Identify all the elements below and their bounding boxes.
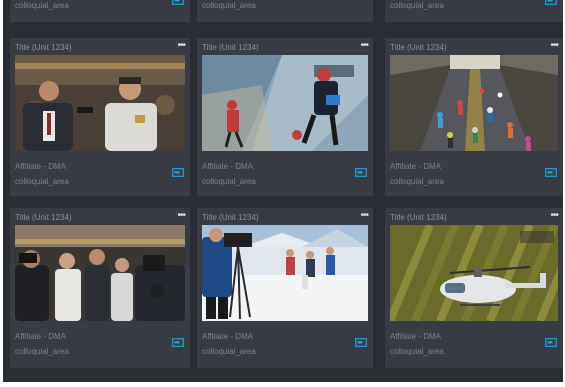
video-thumbnail[interactable] bbox=[202, 55, 368, 151]
card-area: colloquial_area bbox=[202, 1, 256, 10]
card-area: colloquial_area bbox=[202, 177, 256, 186]
more-icon[interactable]: ••• bbox=[360, 41, 368, 51]
video-card[interactable]: Title (Unit 1234) ••• Affiliate - DMA co… bbox=[10, 38, 190, 196]
more-icon[interactable]: ••• bbox=[177, 41, 185, 51]
video-thumbnail[interactable] bbox=[15, 225, 185, 321]
card-affiliate: Affiliate - DMA bbox=[390, 332, 441, 341]
video-card[interactable]: colloquial_area bbox=[385, 0, 563, 22]
card-area: colloquial_area bbox=[15, 177, 69, 186]
card-title: Title (Unit 1234) bbox=[390, 213, 447, 222]
cast-icon[interactable] bbox=[545, 338, 557, 347]
video-card[interactable]: Title (Unit 1234) ••• Affiliate - DMA co… bbox=[197, 208, 373, 368]
more-icon[interactable]: ••• bbox=[360, 211, 368, 221]
video-card[interactable]: colloquial_area bbox=[10, 0, 190, 22]
more-icon[interactable]: ••• bbox=[550, 211, 558, 221]
card-affiliate: Affiliate - DMA bbox=[202, 162, 253, 171]
card-title: Title (Unit 1234) bbox=[15, 43, 72, 52]
cast-icon[interactable] bbox=[172, 338, 184, 347]
card-area: colloquial_area bbox=[15, 347, 69, 356]
card-title: Title (Unit 1234) bbox=[202, 213, 259, 222]
card-area: colloquial_area bbox=[390, 1, 444, 10]
card-area: colloquial_area bbox=[390, 177, 444, 186]
video-card[interactable]: Title (Unit 1234) ••• Affiliate - DMA co… bbox=[197, 38, 373, 196]
card-area: colloquial_area bbox=[390, 347, 444, 356]
card-affiliate: Affiliate - DMA bbox=[15, 162, 66, 171]
video-thumbnail[interactable] bbox=[15, 55, 185, 151]
card-affiliate: Affiliate - DMA bbox=[15, 332, 66, 341]
cast-icon[interactable] bbox=[545, 168, 557, 177]
card-area: colloquial_area bbox=[15, 1, 69, 10]
more-icon[interactable]: ••• bbox=[177, 211, 185, 221]
video-thumbnail[interactable] bbox=[202, 225, 368, 321]
card-title: Title (Unit 1234) bbox=[390, 43, 447, 52]
video-grid: colloquial_area colloquial_area colloqui… bbox=[3, 0, 563, 382]
card-title: Title (Unit 1234) bbox=[202, 43, 259, 52]
video-card[interactable]: Title (Unit 1234) ••• Affiliate - DMA co… bbox=[385, 208, 563, 368]
more-icon[interactable]: ••• bbox=[550, 41, 558, 51]
video-thumbnail[interactable] bbox=[390, 225, 558, 321]
cast-icon[interactable] bbox=[355, 168, 367, 177]
cast-icon[interactable] bbox=[355, 338, 367, 347]
video-thumbnail[interactable] bbox=[390, 55, 558, 151]
video-card[interactable]: colloquial_area bbox=[197, 0, 373, 22]
video-card[interactable]: Title (Unit 1234) ••• Affiliate - DMA co… bbox=[385, 38, 563, 196]
card-title: Title (Unit 1234) bbox=[15, 213, 72, 222]
cast-icon[interactable] bbox=[172, 168, 184, 177]
video-card[interactable]: Title (Unit 1234) ••• Affiliate - DMA co… bbox=[10, 208, 190, 368]
cast-icon[interactable] bbox=[545, 0, 557, 5]
card-affiliate: Affiliate - DMA bbox=[390, 162, 441, 171]
card-affiliate: Affiliate - DMA bbox=[202, 332, 253, 341]
cast-icon[interactable] bbox=[172, 0, 184, 5]
card-area: colloquial_area bbox=[202, 347, 256, 356]
